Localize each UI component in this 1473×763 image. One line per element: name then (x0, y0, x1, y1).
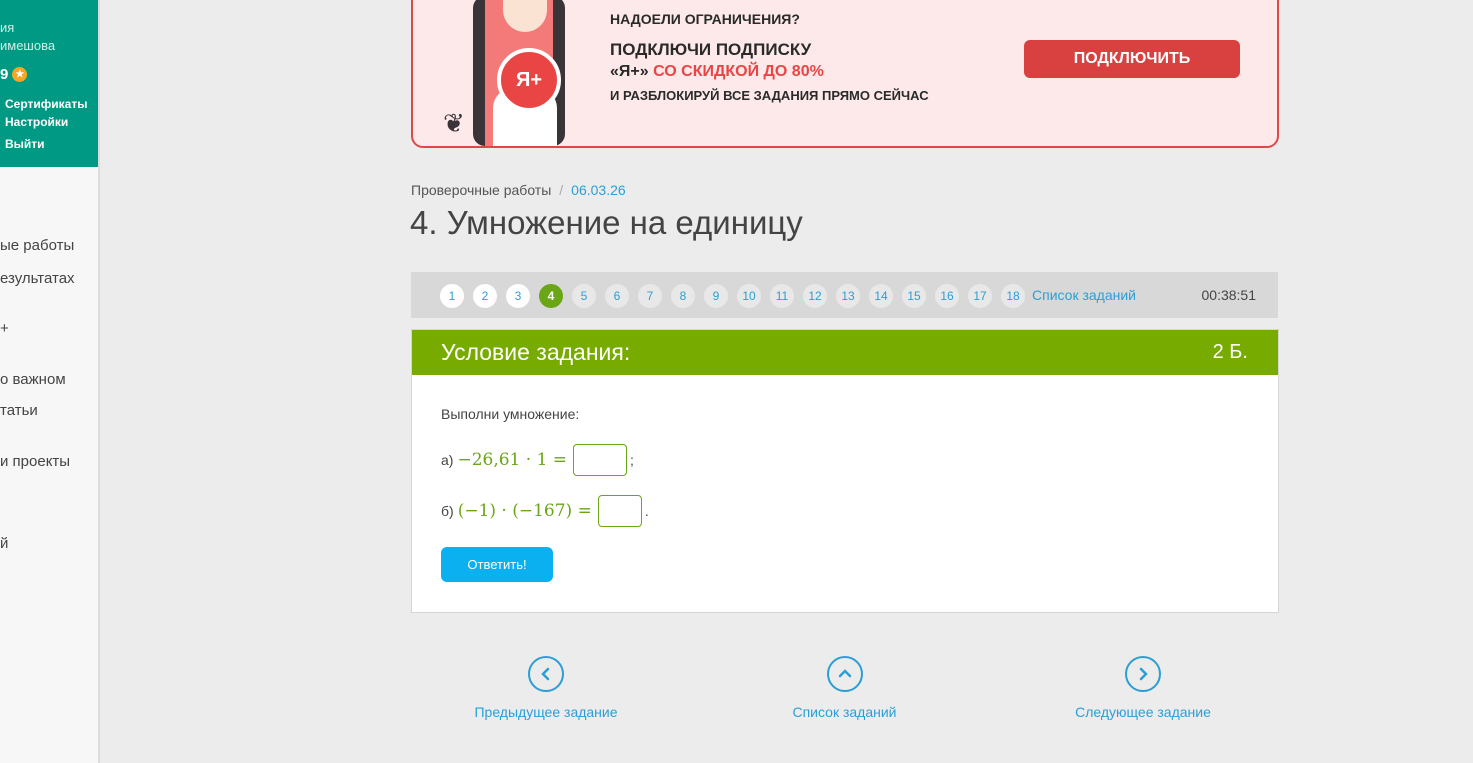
sidebar-item-articles[interactable]: татьи (0, 402, 38, 419)
prev-task-label[interactable]: Предыдущее задание (470, 704, 622, 720)
task-number-7[interactable]: 7 (638, 284, 662, 308)
profile-points: 9 ★ (0, 66, 28, 83)
task-number-8[interactable]: 8 (671, 284, 695, 308)
profile-name-line2: имешова (0, 38, 56, 53)
profile-name-line1: ия (0, 20, 15, 35)
task-number-1[interactable]: 1 (440, 284, 464, 308)
star-icon: ★ (12, 67, 28, 82)
row-a-label: а) (441, 452, 454, 468)
row-b-label: б) (441, 503, 454, 519)
task-number-6[interactable]: 6 (605, 284, 629, 308)
next-task-label[interactable]: Следующее задание (1070, 704, 1216, 720)
subscribe-button[interactable]: ПОДКЛЮЧИТЬ (1024, 40, 1240, 78)
task-number-14[interactable]: 14 (869, 284, 893, 308)
task-list-nav[interactable]: Список заданий (787, 656, 902, 720)
banner-line3: «Я+» СО СКИДКОЙ ДО 80% (610, 63, 824, 81)
sidebar-item-works[interactable]: ые работы (0, 237, 74, 254)
sidebar-item-important[interactable]: о важном (0, 371, 66, 388)
task-header: Условие задания: 2 Б. (412, 330, 1278, 375)
chevron-left-icon[interactable] (528, 656, 564, 692)
task-list-link[interactable]: Список заданий (1032, 287, 1136, 303)
page-title: 4. Умножение на единицу (410, 204, 803, 241)
answer-input-a[interactable] (573, 444, 628, 476)
points-value: 9 (0, 66, 9, 83)
task-number-list: 1 2 3 4 5 6 7 8 9 10 11 12 13 14 15 16 1… (440, 284, 1025, 308)
answer-input-b[interactable] (597, 495, 642, 527)
breadcrumb-root[interactable]: Проверочные работы (411, 182, 551, 198)
promo-banner: Я+ ❦ НАДОЕЛИ ОГРАНИЧЕНИЯ? ПОДКЛЮЧИ ПОДПИ… (411, 0, 1279, 148)
task-number-15[interactable]: 15 (902, 284, 926, 308)
profile-block: ия имешова 9 ★ Сертификаты Настройки Вый… (0, 0, 98, 167)
ya-plus-badge: Я+ (497, 48, 561, 112)
task-number-12[interactable]: 12 (803, 284, 827, 308)
task-number-13[interactable]: 13 (836, 284, 860, 308)
task-list-label[interactable]: Список заданий (787, 704, 902, 720)
task-number-17[interactable]: 17 (968, 284, 992, 308)
timer: 00:38:51 (1201, 287, 1257, 303)
banner-line2: ПОДКЛЮЧИ ПОДПИСКУ (610, 40, 812, 59)
breadcrumb: Проверочные работы / 06.03.26 (411, 182, 626, 198)
sidebar-link-settings[interactable]: Настройки (5, 115, 68, 129)
task-nav-bar: 1 2 3 4 5 6 7 8 9 10 11 12 13 14 15 16 1… (411, 272, 1278, 318)
leaf-icon: ❦ (443, 108, 465, 138)
sidebar-link-certificates[interactable]: Сертификаты (5, 97, 87, 111)
task-number-3[interactable]: 3 (506, 284, 530, 308)
sidebar-item-projects[interactable]: и проекты (0, 453, 70, 470)
task-number-11[interactable]: 11 (770, 284, 794, 308)
row-b-expression: (−1) · (−167) = (457, 501, 592, 521)
task-points: 2 Б. (1212, 341, 1248, 363)
task-header-title: Условие задания: (441, 339, 631, 365)
breadcrumb-current[interactable]: 06.03.26 (571, 182, 626, 198)
banner-ya-plus: «Я+» (610, 63, 649, 80)
banner-discount: СО СКИДКОЙ ДО 80% (653, 63, 824, 80)
sidebar-item-plus[interactable]: + (0, 320, 9, 337)
banner-line4: И РАЗБЛОКИРУЙ ВСЕ ЗАДАНИЯ ПРЯМО СЕЙЧАС (610, 88, 929, 103)
task-panel: Условие задания: 2 Б. Выполни умножение:… (411, 329, 1279, 613)
breadcrumb-separator: / (559, 182, 564, 198)
banner-line1: НАДОЕЛИ ОГРАНИЧЕНИЯ? (610, 11, 800, 27)
task-row-a: а) −26,61 · 1 = ; (441, 444, 634, 476)
task-number-16[interactable]: 16 (935, 284, 959, 308)
prev-task-nav[interactable]: Предыдущее задание (470, 656, 622, 720)
task-number-10[interactable]: 10 (737, 284, 761, 308)
chevron-up-icon[interactable] (826, 656, 863, 692)
sidebar: ия имешова 9 ★ Сертификаты Настройки Вый… (0, 0, 100, 763)
row-b-punct: . (644, 503, 649, 519)
chevron-right-icon[interactable] (1125, 656, 1161, 692)
task-row-b: б) (−1) · (−167) = . (441, 495, 649, 527)
row-a-expression: −26,61 · 1 = (457, 450, 568, 470)
sidebar-item-results[interactable]: езультатах (0, 270, 75, 287)
sidebar-item-other[interactable]: й (0, 535, 8, 552)
task-question: Выполни умножение: (441, 406, 580, 422)
task-number-9[interactable]: 9 (704, 284, 728, 308)
task-number-18[interactable]: 18 (1001, 284, 1025, 308)
sidebar-link-logout[interactable]: Выйти (5, 137, 45, 151)
task-number-4[interactable]: 4 (539, 284, 563, 308)
next-task-nav[interactable]: Следующее задание (1070, 656, 1216, 720)
task-number-5[interactable]: 5 (572, 284, 596, 308)
row-a-punct: ; (630, 452, 634, 468)
task-number-2[interactable]: 2 (473, 284, 497, 308)
submit-answer-button[interactable]: Ответить! (441, 547, 553, 582)
